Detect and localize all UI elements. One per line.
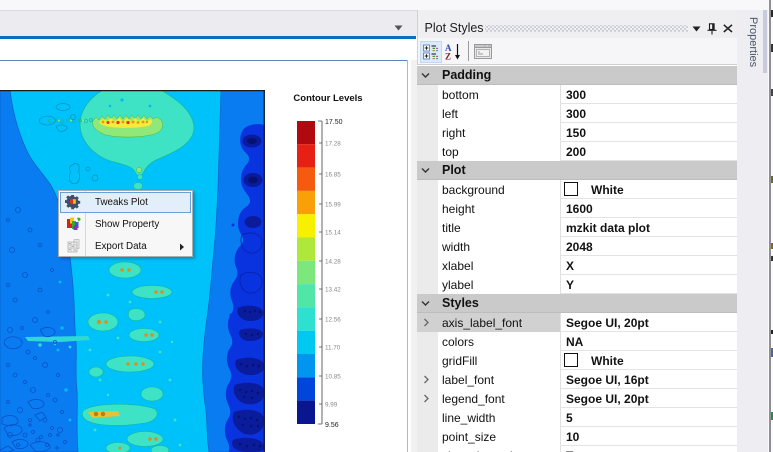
svg-text:15.14: 15.14 (325, 230, 341, 237)
svg-text:9.99: 9.99 (325, 402, 338, 409)
svg-text:16.85: 16.85 (325, 172, 341, 179)
svg-text:15.99: 15.99 (325, 202, 341, 209)
svg-text:14.28: 14.28 (325, 259, 341, 266)
svg-text:9.56: 9.56 (325, 422, 339, 429)
svg-text:17.50: 17.50 (325, 119, 343, 126)
svg-text:10.85: 10.85 (325, 374, 341, 381)
svg-text:17.28: 17.28 (325, 141, 341, 148)
svg-text:13.42: 13.42 (325, 287, 341, 294)
svg-text:12.56: 12.56 (325, 317, 341, 324)
svg-text:11.70: 11.70 (325, 345, 341, 352)
svg-text:Z: Z (445, 52, 451, 61)
